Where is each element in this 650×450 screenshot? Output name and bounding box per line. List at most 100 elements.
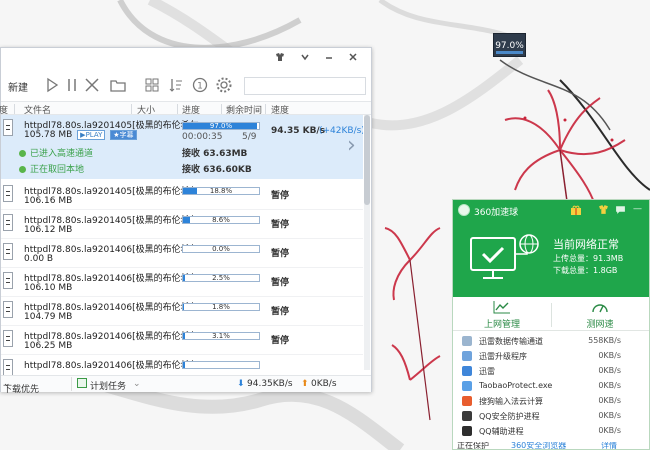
process-row[interactable]: QQ安全防护进程 0KB/s: [453, 409, 649, 424]
network-status: 当前网络正常: [553, 238, 619, 251]
process-speed: 0KB/s: [598, 426, 621, 435]
task-row[interactable]: httpdl78.80s.la9201406[极黑的布伦希尔... 106.25 …: [1, 326, 363, 355]
process-name: 迅雷数据传输通道: [479, 337, 543, 346]
progress-percent: 97.0%: [209, 122, 233, 130]
status-divider: [71, 377, 72, 391]
new-task-button[interactable]: 新建: [8, 79, 28, 94]
dropdown-chevron-icon[interactable]: ⌄: [133, 379, 141, 389]
process-icon: [462, 381, 472, 391]
process-row[interactable]: 迅雷 0KB/s: [453, 364, 649, 379]
task-speed-extra: (+42KB/s): [319, 126, 363, 136]
process-name: QQ安全防护进程: [479, 412, 540, 421]
tab-speed-test[interactable]: 测网速: [551, 297, 649, 331]
footer-link[interactable]: 360安全浏览器: [511, 442, 566, 450]
search-input[interactable]: [244, 77, 366, 95]
main-toolbar: 新建 1: [1, 70, 371, 100]
floating-speed-widget[interactable]: 97.0%: [493, 33, 526, 57]
upload-total: 上传总量：91.3MB: [553, 254, 624, 263]
task-row[interactable]: httpdl78.80s.la9201406[极黑的布伦希尔... 0.00 B0…: [1, 239, 363, 268]
video-file-icon: [3, 185, 13, 202]
process-speed: 0KB/s: [598, 411, 621, 420]
settings-gear-icon[interactable]: [215, 76, 233, 94]
skin-shirt-icon[interactable]: [598, 204, 609, 218]
status-bar: 下载优先 ⌄ 计划任务 ⌄ ⬇ 94.35KB/s ⬆ 0KB/s: [1, 375, 371, 395]
video-file-icon: [3, 330, 13, 347]
task-row[interactable]: httpdl78.80s.la9201406[极黑的布伦希尔... 106.10 …: [1, 268, 363, 297]
window-titlebar: [1, 48, 371, 68]
task-status: 暂停: [271, 249, 290, 259]
menu-icon[interactable]: [299, 52, 311, 64]
progress-fill: [183, 362, 185, 368]
task-size-line: 105.78 MB ▶PLAY ★字幕: [24, 130, 137, 140]
downloader-window: 新建 1 度 文件名 大小 进度 剩余时间 速度 httpdl78.80s.la…: [0, 47, 372, 395]
task-list-scrollbar[interactable]: [364, 115, 370, 370]
progress-percent: 1.8%: [212, 303, 230, 311]
open-folder-icon[interactable]: [109, 76, 127, 94]
process-row[interactable]: 迅雷数据传输通道 558KB/s: [453, 334, 649, 349]
task-row[interactable]: httpdl78.80s.la9201406[极黑的布伦希尔... 104.79 …: [1, 297, 363, 326]
task-progress-bar: 2.5%: [182, 274, 260, 282]
download-first-toggle[interactable]: 下载优先 ⌄: [3, 379, 39, 395]
minimize-icon[interactable]: [323, 52, 335, 64]
task-row[interactable]: httpdl78.80s.la9201406[极黑的布伦希尔...: [1, 355, 363, 375]
col-divider: [221, 104, 222, 114]
scrollbar-thumb[interactable]: [364, 115, 370, 205]
task-status: 暂停: [271, 220, 290, 230]
process-name: 迅雷升级程序: [479, 352, 527, 361]
video-file-icon: [3, 243, 13, 260]
total-down-speed: 94.35KB/s: [247, 379, 293, 389]
process-speed: 0KB/s: [598, 381, 621, 390]
gift-icon[interactable]: [570, 204, 582, 219]
task-progress-bar: 97.0%: [182, 122, 260, 130]
sort-icon[interactable]: [167, 76, 185, 94]
process-icon: [462, 336, 472, 346]
process-name: TaobaoProtect.exe: [479, 381, 553, 390]
process-name: 搜狗输入法云计算: [479, 397, 543, 406]
feedback-icon[interactable]: [615, 204, 626, 218]
task-size: 106.10 MB: [24, 283, 73, 293]
chevron-right-icon[interactable]: ›: [347, 135, 356, 157]
grid-view-icon[interactable]: [143, 76, 161, 94]
task-size: 106.12 MB: [24, 225, 73, 235]
svg-text:1: 1: [197, 82, 203, 92]
play-tag[interactable]: ▶PLAY: [77, 130, 106, 140]
process-icon: [462, 366, 472, 376]
task-progress-bar: 18.8%: [182, 187, 260, 195]
process-icon: [462, 426, 472, 436]
pause-icon[interactable]: [63, 76, 81, 94]
delete-icon[interactable]: [83, 76, 101, 94]
footer-text: 正在保护: [457, 442, 489, 450]
process-row[interactable]: TaobaoProtect.exe 0KB/s: [453, 379, 649, 394]
task-status: 暂停: [271, 278, 290, 288]
total-up-speed: 0KB/s: [311, 379, 337, 389]
download-arrow-icon: ⬇: [237, 379, 245, 389]
tab-traffic-management[interactable]: 上网管理: [453, 297, 551, 331]
process-speed: 0KB/s: [598, 351, 621, 360]
channel-ok-icon: [19, 166, 26, 173]
progress-percent: 2.5%: [212, 274, 230, 282]
task-row-selected[interactable]: httpdl78.80s.la9201405[极黑的布伦希尔... 105.78…: [1, 115, 363, 179]
schedule-icon[interactable]: 1: [191, 76, 209, 94]
process-speed: 0KB/s: [598, 396, 621, 405]
scheduled-tasks-button[interactable]: 计划任务: [90, 379, 126, 392]
start-icon[interactable]: [43, 76, 61, 94]
process-row[interactable]: 迅雷升级程序 0KB/s: [453, 349, 649, 364]
process-row[interactable]: QQ辅助进程 0KB/s: [453, 424, 649, 439]
progress-percent: 0.0%: [212, 245, 230, 253]
close-icon[interactable]: [347, 52, 359, 64]
network-monitor-icon: [470, 234, 539, 279]
video-file-icon: [3, 301, 13, 318]
traffic-chart-icon: [493, 301, 510, 314]
footer-detail-link[interactable]: 详情: [601, 442, 617, 450]
task-row[interactable]: httpdl78.80s.la9201405[极黑的布伦希尔... 106.12 …: [1, 210, 363, 239]
video-file-icon: [3, 214, 13, 231]
process-row[interactable]: 搜狗输入法云计算 0KB/s: [453, 394, 649, 409]
col-divider: [14, 104, 15, 114]
task-progress-bar: 0.0%: [182, 245, 260, 253]
task-progress-bar: [182, 361, 260, 369]
origin-channel: 正在取回本地: [19, 162, 84, 175]
minimize-icon[interactable]: —: [633, 204, 642, 214]
subtitle-tag[interactable]: ★字幕: [110, 130, 137, 140]
skin-icon[interactable]: [274, 52, 286, 64]
task-row[interactable]: httpdl78.80s.la9201405[极黑的布伦希尔... 106.16 …: [1, 181, 363, 210]
